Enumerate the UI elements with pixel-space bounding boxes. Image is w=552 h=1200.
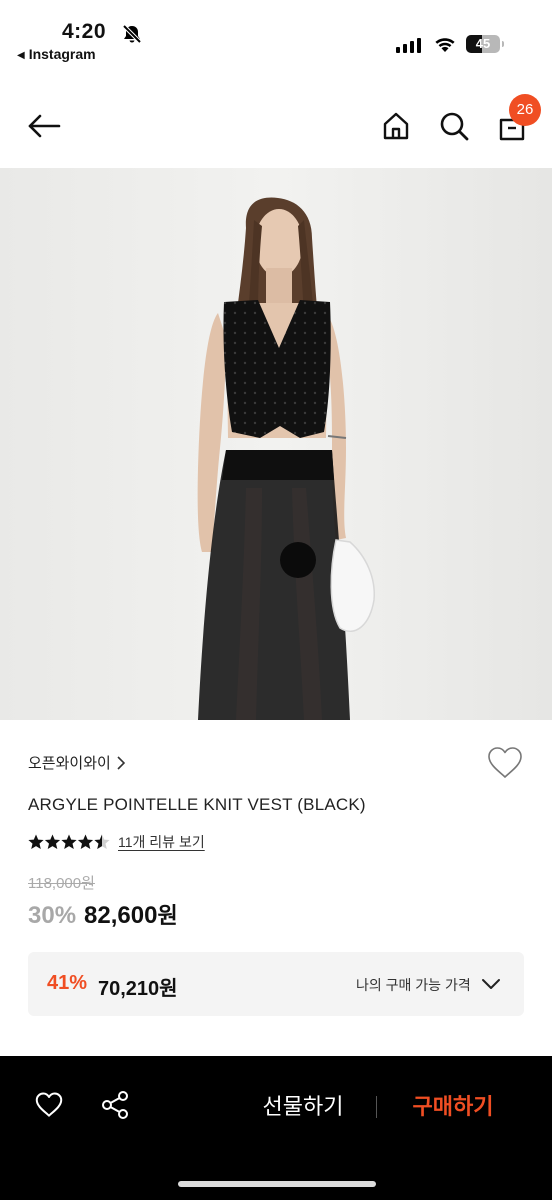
product-image[interactable]	[0, 168, 552, 720]
chevron-down-icon	[482, 979, 500, 989]
home-icon	[383, 112, 409, 140]
back-triangle-icon: ◀	[17, 50, 25, 61]
gift-button[interactable]: 선물하기	[248, 1090, 358, 1124]
cart-count-badge: 26	[509, 94, 541, 126]
share-icon	[102, 1091, 128, 1119]
status-bar: 4:20 ◀ Instagram 45	[0, 0, 552, 70]
home-button[interactable]	[376, 106, 416, 146]
star-rating-icons	[28, 834, 110, 849]
battery-icon: 45	[466, 35, 504, 53]
sale-price: 82,600원	[84, 898, 178, 930]
wifi-icon	[433, 35, 457, 58]
search-icon	[440, 112, 469, 141]
my-discount-rate: 41%	[47, 972, 88, 994]
sale-price-number: 82,600	[84, 902, 158, 929]
share-button[interactable]	[96, 1085, 136, 1125]
original-price: 118,000원	[28, 875, 95, 892]
back-app-label: Instagram	[28, 46, 96, 62]
arrow-left-icon	[28, 114, 61, 138]
my-price-box[interactable]: 41% 70,210원 나의 구매 가능 가격	[28, 952, 524, 1016]
rating-row: 11개 리뷰 보기	[28, 832, 205, 852]
sale-price-unit: 원	[157, 903, 178, 928]
my-price: 70,210원	[98, 978, 178, 1000]
back-button[interactable]	[24, 106, 64, 146]
review-link[interactable]: 11개 리뷰 보기	[118, 832, 205, 852]
home-indicator[interactable]	[178, 1181, 376, 1187]
product-title: ARGYLE POINTELLE KNIT VEST (BLACK)	[28, 795, 366, 814]
search-button[interactable]	[434, 106, 474, 146]
wishlist-button[interactable]	[486, 746, 526, 786]
battery-level: 45	[475, 36, 491, 51]
button-divider	[376, 1096, 377, 1118]
bell-off-icon	[121, 24, 143, 49]
back-to-app-link[interactable]: ◀ Instagram	[17, 46, 96, 62]
buy-button[interactable]: 구매하기	[398, 1090, 508, 1124]
brand-link[interactable]: 오픈와이와이	[28, 752, 125, 773]
like-button[interactable]	[29, 1085, 69, 1125]
bottom-action-bar: 선물하기 구매하기	[0, 1056, 552, 1200]
heart-outline-icon	[488, 747, 522, 778]
my-price-label: 나의 구매 가능 가격	[356, 977, 471, 993]
price-row: 30% 82,600원	[28, 898, 178, 930]
heart-icon	[35, 1092, 63, 1117]
brand-name: 오픈와이와이	[28, 755, 111, 772]
chevron-right-icon	[117, 755, 125, 770]
status-time: 4:20	[62, 20, 107, 43]
model-photo	[0, 168, 552, 720]
star-rating	[28, 834, 110, 850]
cellular-signal-icon	[396, 37, 421, 53]
discount-rate: 30%	[28, 902, 77, 929]
app-header	[0, 80, 552, 168]
